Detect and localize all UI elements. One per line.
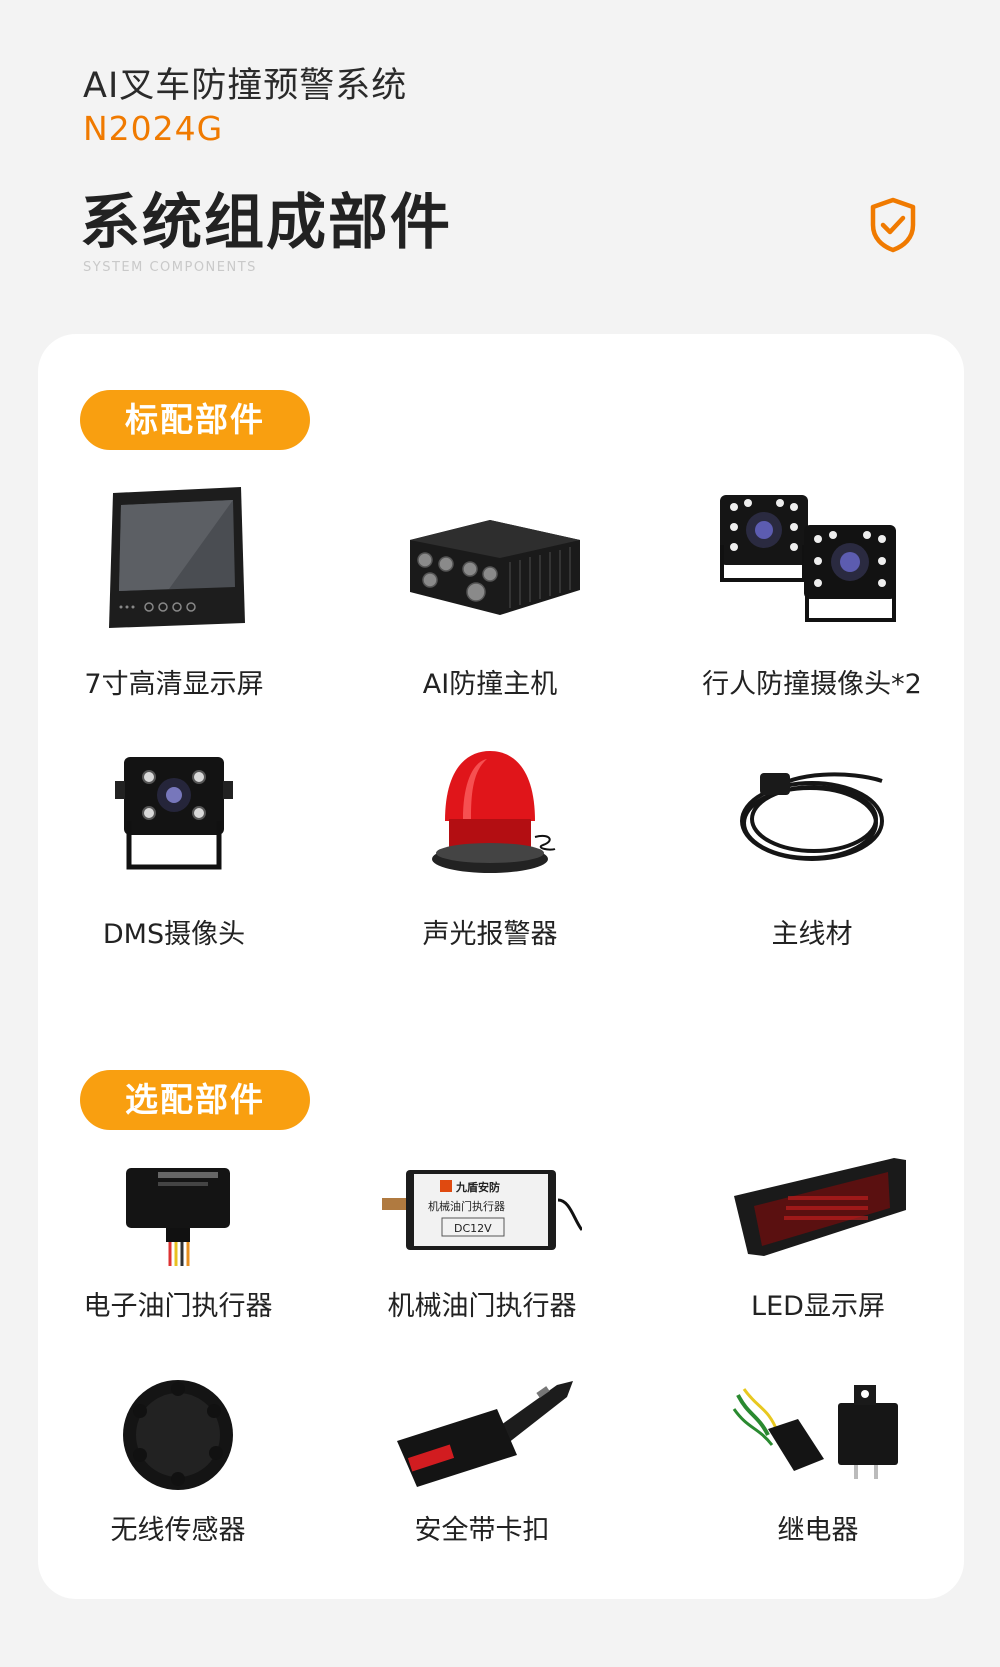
component-label: 7寸高清显示屏 xyxy=(84,669,264,700)
wireless-sensor-icon xyxy=(78,1370,278,1500)
host-box-icon xyxy=(390,480,590,640)
camera-pair-icon xyxy=(712,480,912,640)
component-label: LED显示屏 xyxy=(751,1291,885,1322)
relay-icon xyxy=(718,1370,918,1500)
component-label: DMS摄像头 xyxy=(102,919,246,950)
led-panel-icon xyxy=(718,1140,918,1270)
optional-parts-heading: 选配部件 xyxy=(80,1070,310,1130)
standard-parts-heading: 标配部件 xyxy=(80,390,310,450)
component-label: 安全带卡扣 xyxy=(414,1515,550,1546)
model-number: N2024G xyxy=(83,109,224,148)
component-label: 机械油门执行器 xyxy=(387,1291,577,1322)
mechanical-actuator-icon: 九盾安防 机械油门执行器 DC12V xyxy=(382,1150,582,1280)
actuator-brand: 九盾安防 xyxy=(455,1180,500,1194)
alarm-light-icon xyxy=(390,736,590,896)
component-label: 无线传感器 xyxy=(110,1515,246,1546)
cable-icon xyxy=(712,736,912,896)
monitor-icon xyxy=(74,480,274,640)
component-label: 主线材 xyxy=(771,919,853,950)
component-label: 行人防撞摄像头*2 xyxy=(702,669,922,700)
seatbelt-buckle-icon xyxy=(382,1370,582,1500)
actuator-voltage: DC12V xyxy=(454,1222,492,1235)
section-subtitle: SYSTEM COMPONENTS xyxy=(83,260,257,275)
electronic-actuator-icon xyxy=(78,1150,278,1280)
component-label: 继电器 xyxy=(777,1515,859,1546)
shield-check-icon xyxy=(870,197,916,253)
camera-icon xyxy=(74,736,274,896)
section-title: 系统组成部件 xyxy=(80,188,452,258)
component-label: AI防撞主机 xyxy=(422,669,558,700)
actuator-panel-text: 机械油门执行器 xyxy=(428,1199,505,1213)
component-label: 电子油门执行器 xyxy=(83,1291,273,1322)
component-label: 声光报警器 xyxy=(422,919,558,950)
product-name: AI叉车防撞预警系统 xyxy=(83,66,408,106)
